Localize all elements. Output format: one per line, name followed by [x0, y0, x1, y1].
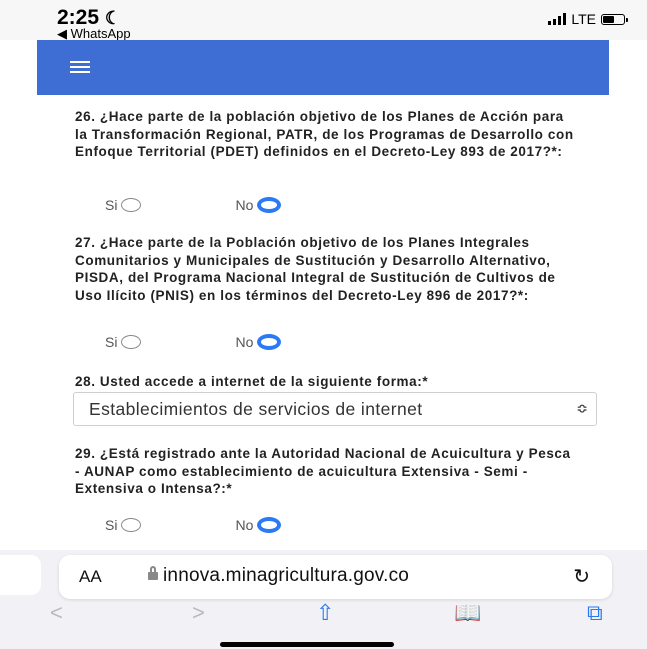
radio-selected-icon[interactable]	[257, 197, 282, 213]
top-navbar	[37, 40, 609, 95]
lock-icon	[148, 566, 158, 580]
hamburger-menu-icon[interactable]	[70, 61, 90, 73]
radio-unselected-icon[interactable]	[121, 335, 142, 349]
question-29-option-no[interactable]: No	[235, 517, 282, 533]
chevron-up-down-icon: ≎	[576, 400, 588, 416]
browser-toolbar: AA innova.minagricultura.gov.co ↻ < > ⇧ …	[0, 550, 647, 649]
moon-icon: ☾	[104, 8, 122, 28]
text-size-button[interactable]: AA	[79, 567, 102, 587]
forward-icon[interactable]: >	[192, 600, 205, 626]
question-27-options: Si No	[105, 330, 282, 354]
question-29-option-yes[interactable]: Si	[105, 517, 142, 533]
url-text[interactable]: innova.minagricultura.gov.co	[163, 565, 409, 587]
radio-selected-icon[interactable]	[257, 334, 282, 350]
reload-icon[interactable]: ↻	[573, 564, 590, 589]
question-27-option-yes[interactable]: Si	[105, 334, 142, 350]
radio-selected-icon[interactable]	[257, 517, 282, 533]
bookmarks-icon[interactable]: 📖	[454, 600, 481, 626]
back-icon[interactable]: <	[50, 600, 63, 626]
tabs-icon[interactable]: ⧉	[587, 600, 603, 626]
radio-unselected-icon[interactable]	[121, 518, 142, 532]
question-26-option-no[interactable]: No	[235, 197, 282, 213]
radio-unselected-icon[interactable]	[121, 198, 142, 212]
question-27-text: 27. ¿Hace parte de la Población objetivo…	[75, 235, 556, 303]
battery-icon	[601, 13, 628, 25]
home-indicator[interactable]	[220, 642, 394, 647]
question-29-text: 29. ¿Está registrado ante la Autoridad N…	[75, 446, 571, 496]
share-icon[interactable]: ⇧	[316, 600, 334, 626]
network-label: LTE	[571, 11, 596, 27]
signal-icon	[548, 13, 567, 25]
form-content[interactable]: 26. ¿Hace parte de la población objetivo…	[37, 95, 609, 550]
internet-access-select-value: Establecimientos de servicios de interne…	[89, 399, 423, 419]
question-27-option-no[interactable]: No	[235, 334, 282, 350]
question-26-option-yes[interactable]: Si	[105, 197, 142, 213]
question-26-options: Si No	[105, 193, 282, 217]
browser-nav-bar: < > ⇧ 📖 ⧉	[0, 600, 647, 630]
address-bar[interactable]: AA innova.minagricultura.gov.co ↻	[59, 555, 612, 599]
question-28-text: 28. Usted accede a internet de la siguie…	[75, 374, 429, 389]
status-indicators: LTE	[548, 11, 628, 27]
previous-tab-peek[interactable]	[0, 555, 41, 595]
internet-access-select[interactable]: Establecimientos de servicios de interne…	[73, 392, 597, 426]
status-bar: 2:25 ☾ ◀ WhatsApp LTE	[0, 0, 647, 41]
question-29-options: Si No	[105, 513, 282, 537]
question-26-text: 26. ¿Hace parte de la población objetivo…	[75, 109, 574, 159]
